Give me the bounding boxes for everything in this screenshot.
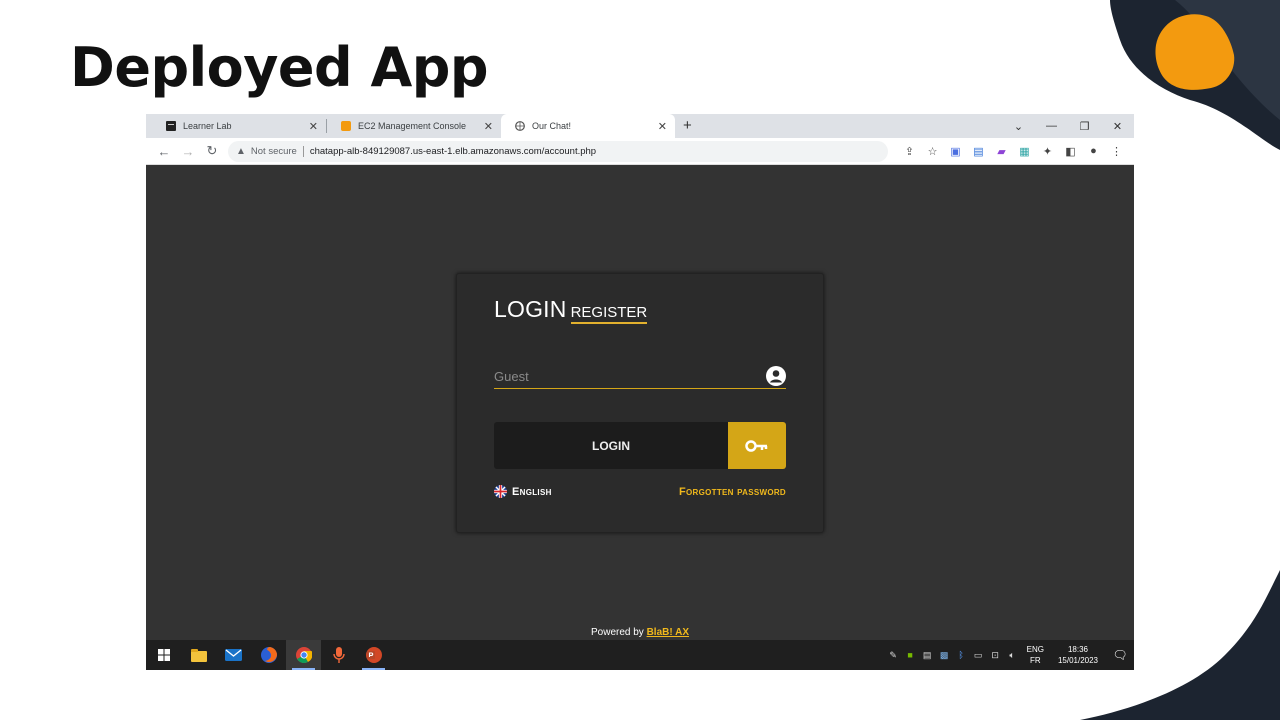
tab-label: Our Chat! xyxy=(532,121,572,131)
bluetooth-icon[interactable]: ᛒ xyxy=(953,650,970,660)
login-tab[interactable]: LOGIN xyxy=(494,296,567,323)
address-divider xyxy=(302,145,304,157)
battery-icon[interactable]: ▭ xyxy=(970,650,987,661)
mail-icon xyxy=(225,649,242,661)
browser-tab-strip: Learner Lab ✕ EC2 Management Console ✕ O… xyxy=(146,114,1134,138)
powered-by-footer: Powered by BlaB! AX xyxy=(146,627,1134,638)
tab-search-icon[interactable]: ⌄ xyxy=(1002,120,1035,133)
tab-our-chat[interactable]: Our Chat! ✕ xyxy=(501,114,675,138)
forward-arrow-icon[interactable]: → xyxy=(176,144,200,159)
chat-login-page: LOGIN REGISTER LOGIN xyxy=(146,165,1134,640)
save-extension-icon[interactable]: ▤ xyxy=(967,145,990,158)
chrome-icon xyxy=(295,647,312,663)
start-button[interactable] xyxy=(146,640,181,670)
security-indicator: Not secure xyxy=(250,145,297,157)
notes-icon[interactable]: ▤ xyxy=(919,650,936,661)
slide-title: Deployed App xyxy=(70,36,489,99)
back-arrow-icon[interactable]: ← xyxy=(152,144,176,159)
extensions-puzzle-icon[interactable]: ✦ xyxy=(1036,145,1059,158)
bookmark-star-icon[interactable]: ☆ xyxy=(921,145,944,158)
nvidia-icon[interactable]: ■ xyxy=(902,650,919,660)
language-label: English xyxy=(512,485,552,498)
browser-screenshot: Learner Lab ✕ EC2 Management Console ✕ O… xyxy=(146,114,1134,670)
clock-date: 15/01/2023 xyxy=(1057,656,1098,665)
n-extension-icon[interactable]: ▦ xyxy=(1013,145,1036,158)
file-explorer-button[interactable] xyxy=(181,640,216,670)
powerpoint-icon xyxy=(365,647,382,663)
wifi-display-icon[interactable]: ⊡ xyxy=(987,650,1004,661)
powerpoint-button[interactable] xyxy=(356,640,391,670)
register-tab[interactable]: REGISTER xyxy=(570,304,648,324)
aws-icon xyxy=(341,121,351,131)
login-button[interactable]: LOGIN xyxy=(494,422,786,469)
network-share-icon[interactable]: ▩ xyxy=(936,650,953,661)
browser-toolbar: ← → ↻ ▲ Not secure chatapp-alb-849129087… xyxy=(146,138,1134,165)
tab-learner-lab[interactable]: Learner Lab ✕ xyxy=(152,114,326,138)
login-card-footer: English Forgotten password xyxy=(494,485,786,498)
folder-icon xyxy=(190,648,207,662)
tab-label: EC2 Management Console xyxy=(358,121,467,131)
share-icon[interactable]: ⇪ xyxy=(898,145,921,158)
close-icon[interactable]: ✕ xyxy=(484,120,493,133)
login-button-label[interactable]: LOGIN xyxy=(494,422,728,469)
close-icon[interactable]: ✕ xyxy=(658,120,667,133)
restore-icon[interactable]: ❐ xyxy=(1068,120,1101,133)
microphone-icon xyxy=(332,647,345,663)
clock[interactable]: 18:36 15/01/2023 xyxy=(1058,644,1098,666)
reload-icon[interactable]: ↻ xyxy=(200,143,224,159)
pen-icon[interactable]: ✎ xyxy=(885,650,902,661)
windows-logo-icon xyxy=(157,649,170,661)
clock-time: 18:36 xyxy=(1067,645,1088,654)
key-icon xyxy=(745,439,768,452)
chrome-button[interactable] xyxy=(286,640,321,670)
login-card: LOGIN REGISTER LOGIN xyxy=(456,273,824,533)
url-text: chatapp-alb-849129087.us-east-1.elb.amaz… xyxy=(309,145,597,157)
profile-avatar-icon[interactable]: ● xyxy=(1082,145,1105,157)
powered-by-link[interactable]: BlaB! AX xyxy=(647,627,689,638)
notification-center-icon[interactable]: 🗨︎ xyxy=(1106,648,1134,662)
language-selector[interactable]: English xyxy=(494,485,552,498)
keyboard-layout: FR xyxy=(1029,656,1041,665)
windows-taskbar: ✎ ■ ▤ ▩ ᛒ ▭ ⊡ 🔈︎ ENG FR 18:36 15/01/2023… xyxy=(146,640,1134,670)
system-tray: ✎ ■ ▤ ▩ ᛒ ▭ ⊡ 🔈︎ ENG FR 18:36 15/01/2023… xyxy=(885,640,1134,670)
warning-icon[interactable]: ▲ xyxy=(236,146,246,157)
language-code: ENG xyxy=(1026,645,1044,654)
forgot-password-link[interactable]: Forgotten password xyxy=(679,486,786,498)
firefox-button[interactable] xyxy=(251,640,286,670)
uk-flag-icon xyxy=(494,485,507,498)
input-language[interactable]: ENG FR xyxy=(1027,644,1044,666)
menu-kebab-icon[interactable]: ⋮ xyxy=(1105,145,1128,158)
extension-icons: ⇪ ☆ ▣ ▤ ▰ ▦ ✦ ◧ ● ⋮ xyxy=(898,145,1128,158)
auth-tabs: LOGIN REGISTER xyxy=(494,296,648,324)
firefox-icon xyxy=(260,647,277,663)
minimize-icon[interactable]: — xyxy=(1035,120,1068,132)
close-icon[interactable]: ✕ xyxy=(309,120,318,133)
terminal-icon xyxy=(166,121,176,131)
close-window-icon[interactable]: ✕ xyxy=(1101,120,1134,133)
translate-icon[interactable]: ▣ xyxy=(944,145,967,158)
key-button[interactable] xyxy=(728,422,786,469)
username-field xyxy=(494,364,786,389)
username-input[interactable] xyxy=(494,368,766,384)
address-bar[interactable]: ▲ Not secure chatapp-alb-849129087.us-ea… xyxy=(228,140,888,162)
v-extension-icon[interactable]: ▰ xyxy=(990,145,1013,158)
mail-button[interactable] xyxy=(216,640,251,670)
globe-icon xyxy=(515,121,525,131)
new-tab-button[interactable]: + xyxy=(675,114,700,138)
window-controls: ⌄ — ❐ ✕ xyxy=(1002,114,1134,138)
volume-icon[interactable]: 🔈︎ xyxy=(1004,650,1021,661)
tab-label: Learner Lab xyxy=(183,121,232,131)
powered-by-text: Powered by xyxy=(590,627,644,638)
side-panel-icon[interactable]: ◧ xyxy=(1059,145,1082,158)
user-circle-icon xyxy=(766,366,786,386)
tab-ec2-console[interactable]: EC2 Management Console ✕ xyxy=(327,114,501,138)
voice-recorder-button[interactable] xyxy=(321,640,356,670)
